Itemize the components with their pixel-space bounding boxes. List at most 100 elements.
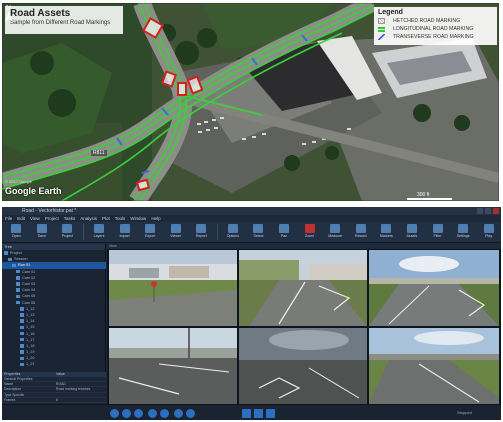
stop-icon[interactable] <box>242 409 251 418</box>
svg-text:N: N <box>6 5 11 12</box>
toolbar-options-button[interactable]: Options <box>221 222 246 242</box>
toolbar-viewer-button[interactable]: Viewer <box>163 222 188 242</box>
map-subtitle: Sample from Different Road Markings <box>10 20 111 26</box>
toolbar-project-button[interactable]: Project <box>55 222 80 242</box>
toolbar-separator <box>82 224 84 240</box>
file-icon <box>20 337 24 342</box>
toolbar-export-button[interactable]: Export <box>138 222 163 242</box>
options-icon <box>227 224 238 233</box>
menu-file[interactable]: File <box>5 216 12 221</box>
viewer-title: View <box>107 244 501 249</box>
menu-plot[interactable]: Plot <box>102 216 110 221</box>
legend-label: TRANSEVERSE ROAD MARKING <box>393 34 474 40</box>
toolbar-play-button[interactable]: Play <box>476 222 501 242</box>
markers-icon <box>381 224 392 233</box>
camera-icon <box>16 288 20 292</box>
camera-icon <box>16 300 20 305</box>
camera-icon <box>16 276 20 280</box>
menu-help[interactable]: Help <box>151 216 160 221</box>
project-icon <box>62 224 73 233</box>
toolbar-separator <box>216 224 218 240</box>
toolbar-select-button[interactable]: Select <box>246 222 271 242</box>
menu-tasks[interactable]: Tasks <box>64 216 76 221</box>
rewind-icon[interactable] <box>134 409 143 418</box>
import-icon <box>119 224 130 233</box>
camera-icon <box>16 294 20 299</box>
file-icon <box>20 344 24 348</box>
menu-analysis[interactable]: Analysis <box>80 216 97 221</box>
camera-frame-2[interactable] <box>239 250 367 326</box>
menu-view[interactable]: View <box>30 216 40 221</box>
close-icon[interactable] <box>493 208 499 214</box>
camera-frame-5[interactable] <box>239 328 367 404</box>
satellite-map[interactable]: Road Assets Sample from Different Road M… <box>2 3 499 201</box>
file-icon <box>20 356 24 361</box>
toolbar-import-button[interactable]: Import <box>112 222 137 242</box>
map-title-box: Road Assets Sample from Different Road M… <box>5 6 123 34</box>
measure-icon <box>330 224 341 233</box>
menu-bar: File Edit View Project Tasks Analysis Pl… <box>2 215 501 222</box>
toolbar-zoom-button[interactable]: Zoom <box>297 222 322 242</box>
google-earth-logo: Google Earth <box>5 186 62 196</box>
toolbar-measure-button[interactable]: Measure <box>323 222 348 242</box>
toolbar-settings-button[interactable]: Settings <box>451 222 476 242</box>
toolbar-layers-button[interactable]: Layers <box>87 222 112 242</box>
toolbar: Open Save Project Layers Import Export V… <box>2 222 501 243</box>
record-icon <box>355 224 366 233</box>
toolbar-pan-button[interactable]: Pan <box>272 222 297 242</box>
step-back-icon[interactable] <box>122 409 131 418</box>
legend-title: Legend <box>378 9 403 16</box>
select-icon <box>253 224 264 233</box>
camera-frame-3[interactable] <box>369 250 499 326</box>
fast-forward-icon[interactable] <box>160 409 169 418</box>
toolbar-markers-button[interactable]: Markers <box>374 222 399 242</box>
camera-frame-6[interactable] <box>369 328 499 404</box>
camera-frame-4[interactable] <box>109 328 237 404</box>
pause-icon[interactable] <box>254 409 263 418</box>
menu-project[interactable]: Project <box>45 216 59 221</box>
folder-icon <box>4 251 8 255</box>
menu-edit[interactable]: Edit <box>17 216 25 221</box>
assets-icon <box>406 224 417 233</box>
menu-window[interactable]: Window <box>130 216 146 221</box>
properties-panel: Properties Value General Properties Name… <box>2 372 106 404</box>
legend-label: LONGITUDINAL ROAD MARKING <box>393 26 474 32</box>
menu-tools[interactable]: Tools <box>115 216 126 221</box>
legend-label: HETCHED ROAD MARKING <box>393 18 461 24</box>
legend-item: TRANSEVERSE ROAD MARKING <box>378 34 493 40</box>
minimize-icon[interactable] <box>477 208 483 214</box>
window-controls <box>477 208 499 214</box>
window-titlebar[interactable]: Road - Vectorhistor.pat * <box>2 207 501 215</box>
hatched-swatch-icon <box>378 18 385 24</box>
camera-frame-1[interactable] <box>109 250 237 326</box>
tree-item[interactable]: 1_21 <box>2 361 106 367</box>
skip-end-icon[interactable] <box>186 409 195 418</box>
window-title: Road - Vectorhistor.pat * <box>22 208 77 214</box>
property-row[interactable]: Frames 6 <box>2 398 106 403</box>
road-label: R811 <box>91 150 107 156</box>
maximize-icon[interactable] <box>485 208 491 214</box>
legend-item: HETCHED ROAD MARKING <box>378 18 493 24</box>
toolbar-report-button[interactable]: Report <box>189 222 214 242</box>
camera-icon <box>16 282 20 286</box>
toolbar-save-button[interactable]: Save <box>30 222 55 242</box>
file-icon <box>20 331 24 336</box>
longitudinal-swatch-icon <box>378 26 385 32</box>
zoom-icon <box>304 224 315 233</box>
folder-icon <box>12 263 16 268</box>
north-arrow-icon: N <box>5 5 13 22</box>
figure: Road Assets Sample from Different Road M… <box>0 0 503 422</box>
toolbar-assets-button[interactable]: Assets <box>400 222 425 242</box>
project-sidebar: Tree Project Session Run 01 Cam 01 Cam 0… <box>2 244 106 404</box>
export-icon <box>145 224 156 233</box>
toolbar-filter-button[interactable]: Filter <box>425 222 450 242</box>
pan-icon <box>279 224 290 233</box>
step-forward-icon[interactable] <box>174 409 183 418</box>
map-legend: Legend HETCHED ROAD MARKING LONGITUDINAL… <box>374 7 497 45</box>
toolbar-record-button[interactable]: Record <box>348 222 373 242</box>
loop-icon[interactable] <box>266 409 275 418</box>
toolbar-open-button[interactable]: Open <box>4 222 29 242</box>
skip-start-icon[interactable] <box>110 409 119 418</box>
open-icon <box>11 224 22 233</box>
play-icon[interactable] <box>148 409 157 418</box>
